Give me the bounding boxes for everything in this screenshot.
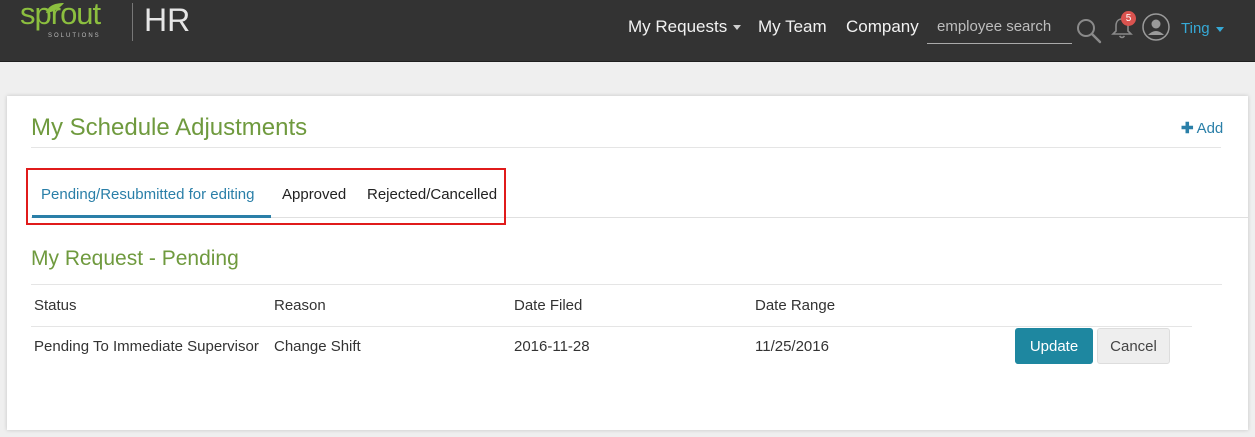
chevron-down-icon: [733, 25, 742, 31]
cancel-button[interactable]: Cancel: [1097, 328, 1170, 364]
section-title: My Request - Pending: [31, 247, 239, 270]
plus-icon: ✚: [1181, 120, 1194, 137]
column-header-reason: Reason: [274, 297, 326, 314]
logo-product: HR: [144, 2, 191, 38]
page-title: My Schedule Adjustments: [31, 114, 308, 141]
column-header-date-range: Date Range: [755, 297, 836, 314]
add-label: Add: [1196, 120, 1224, 137]
user-avatar-icon[interactable]: [1142, 13, 1170, 41]
nav-company[interactable]: Company: [846, 17, 919, 37]
cell-status: Pending To Immediate Supervisor: [34, 338, 259, 355]
logo-divider: [132, 3, 133, 41]
nav-my-team[interactable]: My Team: [758, 17, 827, 37]
cell-reason: Change Shift: [274, 338, 361, 355]
user-menu[interactable]: Ting: [1181, 20, 1224, 37]
update-button[interactable]: Update: [1015, 328, 1093, 364]
cell-date-range: 11/25/2016: [755, 338, 829, 355]
sprout-logo[interactable]: sprout SOLUTIONS: [20, 0, 130, 44]
employee-search-input[interactable]: [927, 10, 1072, 44]
nav-my-requests-label: My Requests: [628, 17, 728, 36]
nav-my-requests[interactable]: My Requests: [628, 17, 742, 37]
user-name: Ting: [1181, 20, 1210, 37]
column-header-status: Status: [34, 297, 77, 314]
chevron-down-icon: [1215, 26, 1224, 32]
logo-text: sprout: [20, 0, 101, 31]
content-card: My Schedule Adjustments ✚ Add Pending/Res…: [7, 96, 1248, 430]
table-header-divider: [31, 326, 1192, 327]
section-divider: [31, 284, 1222, 285]
notification-badge: 5: [1121, 11, 1136, 26]
tabs-highlight-box: [26, 168, 506, 225]
column-header-date-filed: Date Filed: [514, 297, 583, 314]
top-navbar: sprout SOLUTIONS HR My Requests My Team …: [0, 0, 1255, 62]
search-icon[interactable]: [1076, 18, 1102, 44]
title-divider: [31, 147, 1221, 148]
add-button[interactable]: ✚ Add: [1181, 119, 1223, 137]
logo-subtext: SOLUTIONS: [48, 33, 101, 39]
cell-date-filed: 2016-11-28: [514, 338, 590, 355]
